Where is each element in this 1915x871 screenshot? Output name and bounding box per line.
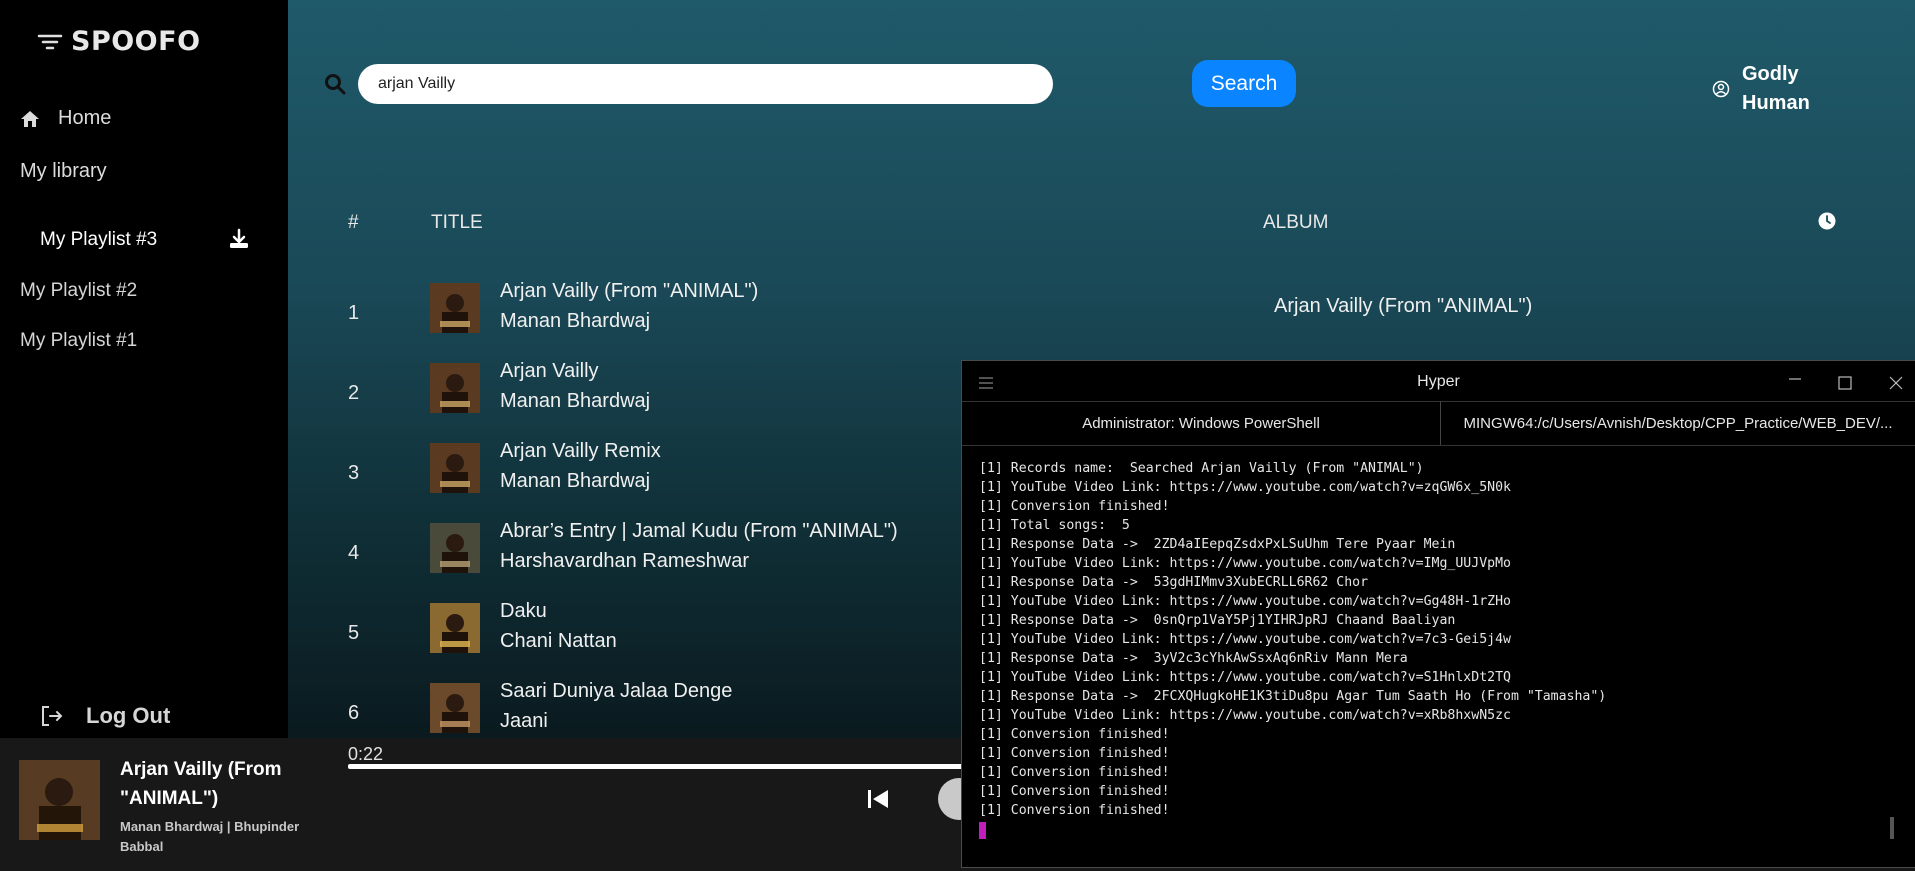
elapsed-time: 0:22 xyxy=(348,744,384,764)
table-row[interactable]: 1 Arjan Vailly (From "ANIMAL") Manan Bhard… xyxy=(288,280,1915,350)
logout-label: Log Out xyxy=(86,703,171,728)
search-button[interactable]: Search xyxy=(1192,60,1296,107)
filter-icon xyxy=(37,34,63,49)
terminal-line: [1] Conversion finished! xyxy=(979,784,1170,799)
terminal-tabs: Administrator: Windows PowerShell MINGW6… xyxy=(962,401,1915,446)
terminal-line: [1] Response Data -> 2ZD4aIEepqZsdxPxLSu… xyxy=(979,537,1456,552)
nav-library-label: My library xyxy=(20,160,107,182)
playlist-item-2[interactable]: My Playlist #2 xyxy=(20,280,137,302)
tab-powershell[interactable]: Administrator: Windows PowerShell xyxy=(962,401,1441,445)
terminal-line: [1] Response Data -> 53gdHIMmv3XubECRLL6… xyxy=(979,575,1369,590)
album-art xyxy=(430,363,480,413)
album-art xyxy=(430,283,480,333)
user-icon xyxy=(1712,80,1730,98)
album-art xyxy=(430,603,480,653)
song-title: Saari Duniya Jalaa Denge xyxy=(500,680,733,702)
previous-button[interactable] xyxy=(866,788,890,815)
column-header-num: # xyxy=(348,212,359,233)
terminal-line: [1] Conversion finished! xyxy=(979,746,1170,761)
terminal-line: [1] Response Data -> 3yV2c3cYhkAwSsxAq6n… xyxy=(979,651,1408,666)
terminal-line: [1] Conversion finished! xyxy=(979,765,1170,780)
close-icon[interactable] xyxy=(1889,374,1903,395)
terminal-line: [1] Conversion finished! xyxy=(979,727,1170,742)
minimize-icon[interactable] xyxy=(1788,369,1802,390)
now-playing-art xyxy=(19,760,100,840)
home-icon xyxy=(21,110,39,127)
sidebar: SPOOFO Home My library My Playlist #3 My… xyxy=(0,0,288,738)
logo[interactable]: SPOOFO xyxy=(37,26,201,57)
terminal-line: [1] YouTube Video Link: https://www.yout… xyxy=(979,480,1511,495)
terminal-cursor xyxy=(979,822,986,839)
tab-mingw64[interactable]: MINGW64:/c/Users/Avnish/Desktop/CPP_Prac… xyxy=(1441,401,1915,445)
terminal-line: [1] Conversion finished! xyxy=(979,803,1170,818)
song-artist: Harshavardhan Rameshwar xyxy=(500,550,750,572)
terminal-title: Hyper xyxy=(1417,373,1460,390)
download-icon[interactable] xyxy=(228,228,250,255)
skip-previous-icon xyxy=(868,790,888,808)
user-name: Godly Human xyxy=(1742,63,1810,114)
search-icon xyxy=(324,73,346,100)
row-number: 3 xyxy=(348,462,360,484)
terminal-output[interactable]: [1] Records name: Searched Arjan Vailly … xyxy=(979,459,1899,839)
logout-icon xyxy=(42,706,63,726)
clock-icon xyxy=(1818,212,1836,235)
nav-home-label: Home xyxy=(58,107,112,129)
album-art xyxy=(430,683,480,733)
now-playing-artist: Manan Bhardwaj | Bhupinder Babbal xyxy=(120,819,300,854)
playlist-item-3[interactable]: My Playlist #3 xyxy=(40,229,157,251)
song-title: Abrar’s Entry | Jamal Kudu (From "ANIMAL… xyxy=(500,520,898,542)
song-artist: Chani Nattan xyxy=(500,630,617,652)
column-header-album: ALBUM xyxy=(1263,212,1329,233)
search-input[interactable] xyxy=(358,64,1053,104)
row-number: 6 xyxy=(348,702,360,724)
progress-bar[interactable] xyxy=(348,764,968,769)
song-title: Arjan Vailly Remix xyxy=(500,440,661,462)
terminal-line: [1] Response Data -> 2FCXQHugkoHE1K3tiDu… xyxy=(979,689,1607,704)
terminal-line: [1] YouTube Video Link: https://www.yout… xyxy=(979,632,1511,647)
logo-text: SPOOFO xyxy=(71,26,201,57)
song-artist: Manan Bhardwaj xyxy=(500,470,651,492)
song-title: Arjan Vailly (From "ANIMAL") xyxy=(500,280,759,302)
row-number: 1 xyxy=(348,302,360,324)
song-title: Daku xyxy=(500,600,547,622)
nav-home[interactable]: Home xyxy=(20,107,111,130)
terminal-line: [1] YouTube Video Link: https://www.yout… xyxy=(979,708,1511,723)
song-album: Arjan Vailly (From "ANIMAL") xyxy=(1274,295,1533,317)
song-title: Arjan Vailly xyxy=(500,360,599,382)
album-art xyxy=(430,523,480,573)
row-number: 4 xyxy=(348,542,360,564)
logout-button[interactable]: Log Out xyxy=(40,703,170,729)
album-art xyxy=(430,443,480,493)
terminal-line: [1] Records name: Searched Arjan Vailly … xyxy=(979,461,1424,476)
terminal-line: [1] YouTube Video Link: https://www.yout… xyxy=(979,594,1511,609)
terminal-scrollbar[interactable] xyxy=(1890,817,1894,839)
terminal-line: [1] Total songs: 5 xyxy=(979,518,1130,533)
playlist-item-1[interactable]: My Playlist #1 xyxy=(20,330,137,352)
song-artist: Jaani xyxy=(500,710,548,732)
column-header-title: TITLE xyxy=(431,212,483,233)
row-number: 2 xyxy=(348,382,360,404)
terminal-titlebar[interactable]: Hyper xyxy=(962,361,1915,402)
maximize-icon[interactable] xyxy=(1838,374,1852,395)
song-artist: Manan Bhardwaj xyxy=(500,390,651,412)
now-playing-title: Arjan Vailly (From "ANIMAL") xyxy=(120,759,282,809)
row-number: 5 xyxy=(348,622,360,644)
song-artist: Manan Bhardwaj xyxy=(500,310,651,332)
nav-library[interactable]: My library xyxy=(20,160,107,183)
terminal-line: [1] Response Data -> 0snQrp1VaY5Pj1YIHRJ… xyxy=(979,613,1456,628)
user-profile[interactable]: Godly Human xyxy=(1712,60,1822,118)
terminal-line: [1] YouTube Video Link: https://www.yout… xyxy=(979,670,1511,685)
terminal-line: [1] Conversion finished! xyxy=(979,499,1170,514)
terminal-window[interactable]: Hyper Administrator: Windows PowerShell … xyxy=(961,360,1915,868)
terminal-line: [1] YouTube Video Link: https://www.yout… xyxy=(979,556,1511,571)
